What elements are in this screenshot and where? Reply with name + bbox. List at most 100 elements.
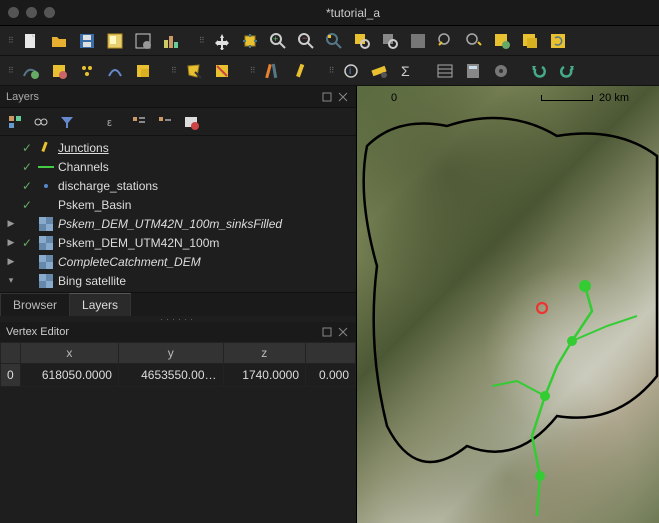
cell-z[interactable]: 1740.0000	[223, 364, 306, 387]
layer-node[interactable]: ✓ Junctions	[0, 138, 356, 157]
vertex-table[interactable]: x y z 0 618050.0000 4653550.00… 1740.000…	[0, 342, 356, 523]
row-index[interactable]: 0	[1, 364, 21, 387]
collapse-all-button[interactable]	[156, 113, 174, 131]
select-polygon-button[interactable]	[182, 59, 206, 83]
measure-button[interactable]	[367, 59, 391, 83]
deselect-button[interactable]	[210, 59, 234, 83]
zoom-dot[interactable]	[44, 7, 55, 18]
refresh-button[interactable]	[546, 29, 570, 53]
expand-icon[interactable]: ▶	[6, 237, 16, 248]
svg-text:ε: ε	[107, 117, 112, 129]
expression-button[interactable]: ε	[104, 113, 122, 131]
selected-vertex	[537, 303, 547, 313]
layer-label: Junctions	[58, 141, 109, 155]
check-icon[interactable]: ✓	[20, 198, 34, 212]
tab-layers[interactable]: Layers	[69, 293, 131, 316]
style-button[interactable]	[6, 113, 24, 131]
check-icon[interactable]: ✓	[20, 236, 34, 250]
processing-button[interactable]	[489, 59, 513, 83]
toolbar-handle[interactable]: ⠿	[6, 36, 15, 45]
layer-node[interactable]: ▾ Bing satellite	[0, 271, 356, 290]
add-vector-button[interactable]	[19, 59, 43, 83]
zoom-native-button[interactable]	[406, 29, 430, 53]
attributes-button[interactable]	[433, 59, 457, 83]
edit-pencils-button[interactable]	[261, 59, 285, 83]
titlebar: *tutorial_a	[0, 0, 659, 26]
layer-node[interactable]: ▶ CompleteCatchment_DEM	[0, 252, 356, 271]
vertex-panel-header: Vertex Editor	[0, 322, 356, 342]
minimize-dot[interactable]	[26, 7, 37, 18]
pan-button[interactable]	[210, 29, 234, 53]
window-controls[interactable]	[8, 7, 55, 18]
expand-icon[interactable]: ▶	[6, 218, 16, 229]
map-canvas[interactable]: 0 20 km	[357, 86, 659, 523]
undock-icon[interactable]	[320, 325, 334, 339]
zoom-in-button[interactable]: +	[266, 29, 290, 53]
check-icon[interactable]: ✓	[20, 141, 34, 155]
layer-tree[interactable]: ✓ Junctions ✓ Channels ✓ discharge_stati…	[0, 136, 356, 292]
layer-node[interactable]: ✓ discharge_stations	[0, 176, 356, 195]
new-geopackage-button[interactable]	[75, 59, 99, 83]
layer-node[interactable]: ▶ Pskem_DEM_UTM42N_100m_sinksFilled	[0, 214, 356, 233]
channel-line	[532, 286, 592, 516]
layer-node[interactable]: ✓ Pskem_Basin	[0, 195, 356, 214]
undo-button[interactable]	[527, 59, 551, 83]
cell-x[interactable]: 618050.0000	[20, 364, 118, 387]
junction-node	[535, 471, 545, 481]
expand-icon[interactable]: ▾	[6, 275, 16, 286]
close-icon[interactable]	[336, 90, 350, 104]
layers-toolbar: ε	[0, 108, 356, 136]
pan-to-selection-button[interactable]	[238, 29, 262, 53]
undock-icon[interactable]	[320, 90, 334, 104]
new-layout-button[interactable]	[103, 29, 127, 53]
new-virtual-button[interactable]	[131, 59, 155, 83]
corner-cell[interactable]	[1, 343, 21, 364]
new-3d-view-button[interactable]	[518, 29, 542, 53]
open-project-button[interactable]	[47, 29, 71, 53]
layer-label: CompleteCatchment_DEM	[58, 255, 201, 269]
field-calc-button[interactable]	[461, 59, 485, 83]
check-icon[interactable]: ✓	[20, 179, 34, 193]
statistics-button[interactable]: Σ	[395, 59, 419, 83]
svg-text:−: −	[302, 33, 307, 43]
new-shapefile-button[interactable]	[47, 59, 71, 83]
cell-m[interactable]: 0.000	[306, 364, 356, 387]
col-y[interactable]: y	[118, 343, 223, 364]
toolbar-handle[interactable]: ⠿	[248, 66, 257, 75]
save-project-button[interactable]	[75, 29, 99, 53]
table-row[interactable]: 0 618050.0000 4653550.00… 1740.0000 0.00…	[1, 364, 356, 387]
expand-icon[interactable]: ▶	[6, 256, 16, 267]
toolbar-handle[interactable]: ⠿	[169, 66, 178, 75]
new-project-button[interactable]	[19, 29, 43, 53]
style-manager-button[interactable]	[159, 29, 183, 53]
new-map-view-button[interactable]	[490, 29, 514, 53]
identify-button[interactable]: i	[339, 59, 363, 83]
close-icon[interactable]	[336, 325, 350, 339]
toolbar-handle[interactable]: ⠿	[327, 66, 336, 75]
layer-node[interactable]: ▶ ✓ Pskem_DEM_UTM42N_100m	[0, 233, 356, 252]
filter-legend-button[interactable]	[58, 113, 76, 131]
col-z[interactable]: z	[223, 343, 306, 364]
zoom-last-button[interactable]	[434, 29, 458, 53]
filter-button[interactable]	[32, 113, 50, 131]
col-x[interactable]: x	[20, 343, 118, 364]
tab-browser[interactable]: Browser	[0, 293, 70, 316]
layer-node[interactable]: ✓ Channels	[0, 157, 356, 176]
zoom-out-button[interactable]: −	[294, 29, 318, 53]
remove-layer-button[interactable]	[182, 113, 200, 131]
zoom-selection-button[interactable]	[350, 29, 374, 53]
toolbar-handle[interactable]: ⠿	[197, 36, 206, 45]
zoom-layer-button[interactable]	[378, 29, 402, 53]
cell-y[interactable]: 4653550.00…	[118, 364, 223, 387]
zoom-full-button[interactable]	[322, 29, 346, 53]
expand-all-button[interactable]	[130, 113, 148, 131]
zoom-next-button[interactable]	[462, 29, 486, 53]
toolbar-handle[interactable]: ⠿	[6, 66, 15, 75]
col-m[interactable]	[306, 343, 356, 364]
redo-button[interactable]	[555, 59, 579, 83]
layout-manager-button[interactable]	[131, 29, 155, 53]
close-dot[interactable]	[8, 7, 19, 18]
check-icon[interactable]: ✓	[20, 160, 34, 174]
new-spatialite-button[interactable]	[103, 59, 127, 83]
toggle-edit-button[interactable]	[289, 59, 313, 83]
